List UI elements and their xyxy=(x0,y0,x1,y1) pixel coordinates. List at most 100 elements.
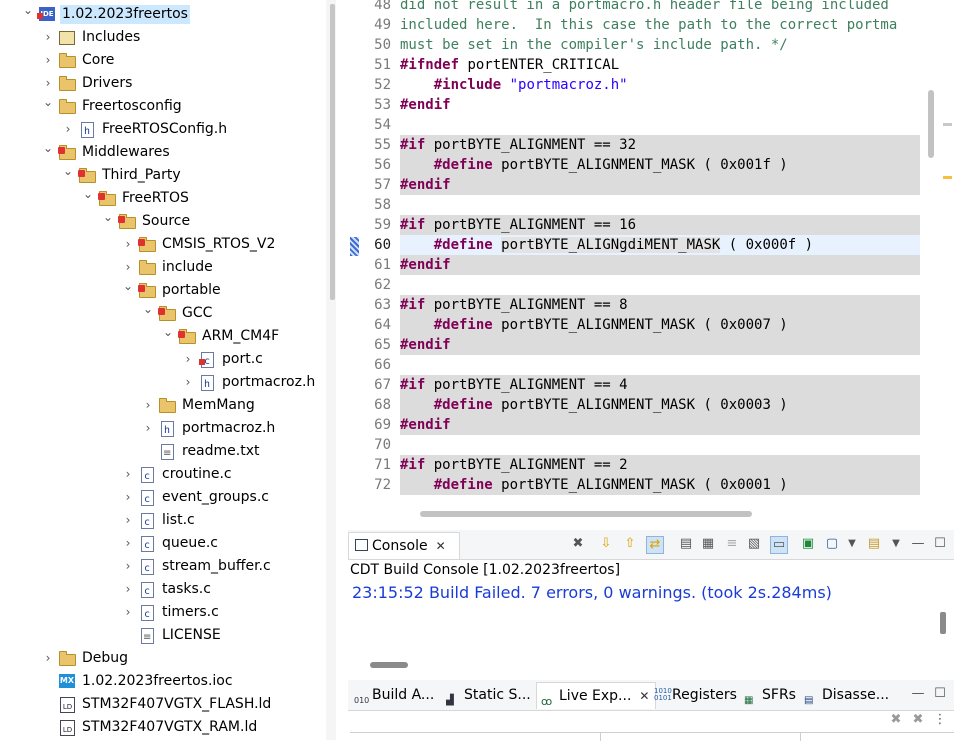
tree-item[interactable]: MX 1.02.2023freertos.ioc xyxy=(0,670,326,693)
tree-item[interactable]: › Core xyxy=(0,49,326,72)
code-line[interactable] xyxy=(400,275,920,295)
chevron-right-icon[interactable]: › xyxy=(62,118,74,141)
new-console-icon[interactable]: ▢ xyxy=(824,536,840,552)
tree-item[interactable]: ⌄ Third_Party xyxy=(0,164,326,187)
chevron-down-icon[interactable]: ⌄ xyxy=(42,137,54,160)
tree-item[interactable]: LD STM32F407VGTX_RAM.ld xyxy=(0,716,326,739)
code-line[interactable] xyxy=(400,195,920,215)
code-line[interactable]: #ifndef portENTER_CRITICAL xyxy=(400,55,920,75)
code-line[interactable]: #if portBYTE_ALIGNMENT == 2 xyxy=(400,455,920,475)
tree-item[interactable]: › portmacroz.h xyxy=(0,417,326,442)
chevron-down-icon[interactable]: ⌄ xyxy=(62,160,74,183)
chevron-right-icon[interactable]: › xyxy=(42,647,54,670)
remove-icon[interactable]: ≡ xyxy=(724,536,740,552)
chevron-right-icon[interactable]: › xyxy=(42,49,54,72)
overview-ruler[interactable] xyxy=(940,0,954,506)
tree-item[interactable]: ⌄ portable xyxy=(0,279,326,302)
tree-item[interactable]: › port.c xyxy=(0,348,326,373)
chevron-right-icon[interactable]: › xyxy=(142,417,154,440)
code-line[interactable]: #if portBYTE_ALIGNMENT == 4 xyxy=(400,375,920,395)
chevron-down-icon[interactable]: ▼ xyxy=(888,536,904,552)
tab-console[interactable]: Console ✕ xyxy=(348,532,460,559)
code-line[interactable]: #endif xyxy=(400,95,920,115)
tree-item[interactable]: ⌄ IDE 1.02.2023freertos xyxy=(0,3,326,26)
pin-icon[interactable]: ▦ xyxy=(700,536,716,552)
scroll-up-icon[interactable]: ⇧ xyxy=(622,536,638,552)
minimize-icon[interactable]: — xyxy=(910,536,926,552)
chevron-right-icon[interactable]: › xyxy=(122,578,134,601)
tree-item[interactable]: ⌄ FreeRTOS xyxy=(0,187,326,210)
maximize-icon[interactable]: ☐ xyxy=(932,536,948,552)
chevron-down-icon[interactable]: ⌄ xyxy=(142,298,154,321)
scroll-down-icon[interactable]: ⇩ xyxy=(598,536,614,552)
tree-item[interactable]: ⌄ ARM_CM4F xyxy=(0,325,326,348)
tree-item[interactable]: › Debug xyxy=(0,647,326,670)
chevron-right-icon[interactable]: › xyxy=(122,532,134,555)
editor-horizontal-scrollbar-thumb[interactable] xyxy=(420,511,752,517)
code-editor[interactable]: 48 49 50 51 52 53 54 55 56 57 58 59 60 61 62 63 64 65 66 67… xyxy=(340,0,954,522)
tree-item[interactable]: ⌄ Freertosconfig xyxy=(0,95,326,118)
chevron-right-icon[interactable]: › xyxy=(182,371,194,394)
code-line[interactable]: #endif xyxy=(400,335,920,355)
tree-item[interactable]: › event_groups.c xyxy=(0,486,326,511)
chevron-down-icon[interactable]: ⌄ xyxy=(42,91,54,114)
tab-static-stack[interactable]: ▟ Static S... xyxy=(446,682,531,708)
console-vertical-scrollbar-thumb[interactable] xyxy=(940,612,946,634)
tab-sfrs[interactable]: ▦ SFRs xyxy=(744,682,796,708)
display-selected-icon[interactable]: ▭ xyxy=(770,536,788,554)
code-line[interactable]: #define portBYTE_ALIGNMENT_MASK ( 0x0007… xyxy=(400,315,920,335)
copy-icon[interactable]: ▤ xyxy=(678,536,694,552)
close-icon[interactable]: ✕ xyxy=(436,539,446,553)
view-menu-icon[interactable]: ⋮ xyxy=(932,712,948,728)
chevron-right-icon[interactable]: › xyxy=(122,509,134,532)
code-line[interactable]: #define portBYTE_ALIGNMENT_MASK ( 0x001f… xyxy=(400,155,920,175)
tree-item[interactable]: › portmacroz.h xyxy=(0,371,326,396)
clear-console-icon[interactable]: ✖ xyxy=(570,536,586,552)
chevron-down-icon[interactable]: ⌄ xyxy=(102,206,114,229)
chevron-right-icon[interactable]: › xyxy=(122,486,134,509)
chevron-right-icon[interactable]: › xyxy=(122,601,134,624)
code-line[interactable]: #define portBYTE_ALIGNgdiMENT_MASK ( 0x0… xyxy=(400,235,920,255)
tree-item[interactable]: ⌄ Middlewares xyxy=(0,141,326,164)
code-line[interactable] xyxy=(400,115,920,135)
code-line[interactable]: #if portBYTE_ALIGNMENT == 16 xyxy=(400,215,920,235)
chevron-right-icon[interactable]: › xyxy=(122,233,134,256)
tab-build-analyzer[interactable]: 010 Build A... xyxy=(354,682,434,708)
chevron-right-icon[interactable]: › xyxy=(122,555,134,578)
minimize-icon[interactable]: — xyxy=(910,686,926,702)
tree-item[interactable]: › stream_buffer.c xyxy=(0,555,326,580)
overview-ruler-mark[interactable] xyxy=(943,176,952,179)
overview-ruler-mark[interactable] xyxy=(943,123,952,126)
maximize-icon[interactable]: ☐ xyxy=(932,686,948,702)
code-line[interactable]: did not result in a portmacro.h header f… xyxy=(400,0,920,15)
tab-disassembly[interactable]: ▤ Disasse... xyxy=(804,682,889,708)
code-line[interactable]: #define portBYTE_ALIGNMENT_MASK ( 0x0001… xyxy=(400,475,920,495)
chevron-down-icon[interactable]: ⌄ xyxy=(82,183,94,206)
close-icon[interactable]: ✕ xyxy=(639,689,649,703)
chevron-down-icon[interactable]: ⌄ xyxy=(22,0,34,22)
chevron-down-icon[interactable]: ⌄ xyxy=(122,275,134,298)
tree-item[interactable]: LD STM32F407VGTX_FLASH.ld xyxy=(0,693,326,716)
tree-item[interactable]: LICENSE xyxy=(0,624,326,649)
explorer-scrollbar-thumb[interactable] xyxy=(330,4,335,300)
open-console-icon[interactable]: ▣ xyxy=(800,536,816,552)
code-line[interactable]: #if portBYTE_ALIGNMENT == 8 xyxy=(400,295,920,315)
tree-item[interactable]: › croutine.c xyxy=(0,463,326,488)
tab-registers[interactable]: 1010 0101Registers xyxy=(654,682,737,708)
editor-vertical-scrollbar[interactable] xyxy=(924,0,938,506)
chevron-down-icon[interactable]: ▼ xyxy=(844,536,860,552)
chevron-right-icon[interactable]: › xyxy=(142,394,154,417)
word-wrap-icon[interactable]: ⇄ xyxy=(646,536,664,554)
remove-all-expressions-icon[interactable]: ✖ xyxy=(910,712,926,728)
chevron-right-icon[interactable]: › xyxy=(122,463,134,486)
editor-vertical-scrollbar-thumb[interactable] xyxy=(928,90,934,158)
console-output-area[interactable]: 23:15:52 Build Failed. 7 errors, 0 warni… xyxy=(348,580,938,656)
tree-item[interactable]: ⌄ Source xyxy=(0,210,326,233)
tree-item[interactable]: › queue.c xyxy=(0,532,326,557)
console-horizontal-scrollbar-thumb[interactable] xyxy=(370,662,408,668)
tree-item[interactable]: › timers.c xyxy=(0,601,326,626)
tree-item[interactable]: › include xyxy=(0,256,326,279)
open-file-console-icon[interactable]: ▤ xyxy=(866,536,882,552)
code-line[interactable]: included here. In this case the path to … xyxy=(400,15,920,35)
editor-horizontal-scrollbar[interactable] xyxy=(400,506,924,522)
